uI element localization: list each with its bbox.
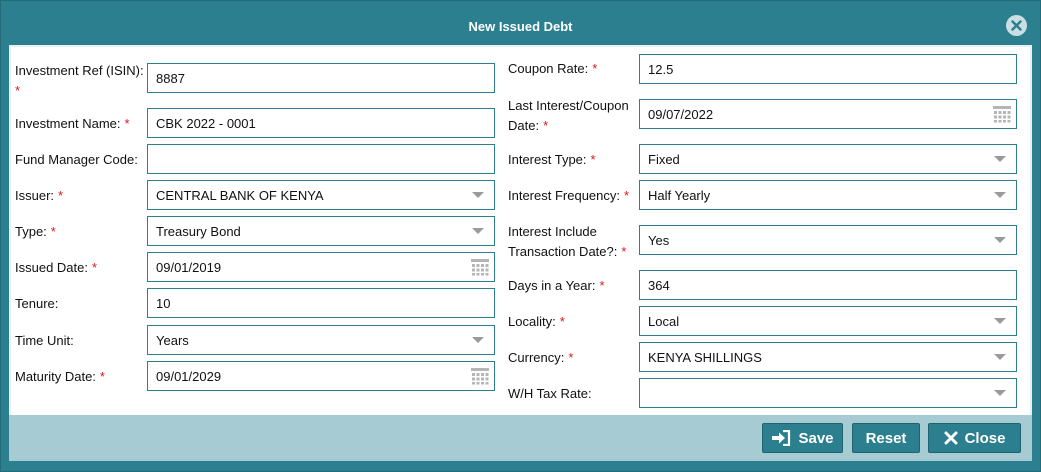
label-issuer: Issuer: * <box>15 188 64 203</box>
type-select[interactable]: Treasury Bond <box>147 216 495 246</box>
chevron-down-icon <box>994 237 1006 243</box>
interest-type-select[interactable]: Fixed <box>639 144 1017 174</box>
chevron-down-icon <box>994 318 1006 324</box>
locality-select[interactable]: Local <box>639 306 1017 336</box>
label-time-unit: Time Unit: <box>15 333 74 348</box>
new-issued-debt-dialog: New Issued Debt Investment Ref (ISIN): * … <box>0 0 1041 472</box>
issuer-select[interactable]: CENTRAL BANK OF KENYA <box>147 180 495 210</box>
chevron-down-icon <box>472 192 484 198</box>
calendar-icon[interactable] <box>992 105 1012 123</box>
fund-manager-code-input[interactable] <box>147 144 495 174</box>
chevron-down-icon <box>472 228 484 234</box>
label-coupon-rate: Coupon Rate: * <box>508 61 598 76</box>
dialog-titlebar: New Issued Debt <box>1 1 1040 51</box>
label-issued-date: Issued Date: * <box>15 260 98 275</box>
maturity-date-input[interactable]: 09/01/2029 <box>147 361 495 391</box>
label-interest-type: Interest Type: * <box>508 152 596 167</box>
close-button[interactable]: Close <box>928 423 1021 453</box>
chevron-down-icon <box>994 390 1006 396</box>
label-maturity-date: Maturity Date: * <box>15 369 105 384</box>
label-type: Type: * <box>15 224 56 239</box>
label-last-interest-coupon-date: Last Interest/Coupon Date: * <box>508 98 629 133</box>
label-currency: Currency: * <box>508 350 574 365</box>
close-circle-icon[interactable] <box>1006 15 1027 36</box>
label-days-in-a-year: Days in a Year: * <box>508 278 605 293</box>
dialog-footer: Save Reset Close <box>9 415 1032 461</box>
label-fund-manager-code: Fund Manager Code: <box>15 152 138 167</box>
label-investment-name: Investment Name: * <box>15 116 130 131</box>
chevron-down-icon <box>994 156 1006 162</box>
last-interest-coupon-date-input[interactable]: 09/07/2022 <box>639 99 1017 129</box>
sign-in-icon <box>772 430 791 446</box>
chevron-down-icon <box>994 354 1006 360</box>
form-body: Investment Ref (ISIN): * 8887 Investment … <box>9 45 1032 461</box>
label-wh-tax-rate: W/H Tax Rate: <box>508 386 592 401</box>
currency-select[interactable]: KENYA SHILLINGS <box>639 342 1017 372</box>
chevron-down-icon <box>472 337 484 343</box>
label-tenure: Tenure: <box>15 296 59 311</box>
investment-ref-input[interactable]: 8887 <box>147 63 495 93</box>
close-icon <box>944 431 958 445</box>
interest-include-transaction-date-select[interactable]: Yes <box>639 225 1017 255</box>
label-locality: Locality: * <box>508 314 565 329</box>
issued-date-input[interactable]: 09/01/2019 <box>147 252 495 282</box>
investment-name-input[interactable]: CBK 2022 - 0001 <box>147 108 495 138</box>
reset-button[interactable]: Reset <box>852 423 920 453</box>
wh-tax-rate-select[interactable] <box>639 378 1017 408</box>
save-button[interactable]: Save <box>762 423 843 453</box>
chevron-down-icon <box>994 192 1006 198</box>
label-investment-ref: Investment Ref (ISIN): * <box>15 63 144 98</box>
tenure-input[interactable]: 10 <box>147 288 495 318</box>
dialog-title: New Issued Debt <box>468 18 573 34</box>
interest-frequency-select[interactable]: Half Yearly <box>639 180 1017 210</box>
label-interest-frequency: Interest Frequency: * <box>508 188 630 203</box>
days-in-a-year-input[interactable]: 364 <box>639 270 1017 300</box>
coupon-rate-input[interactable]: 12.5 <box>639 54 1017 84</box>
calendar-icon[interactable] <box>470 258 490 276</box>
time-unit-select[interactable]: Years <box>147 325 495 355</box>
calendar-icon[interactable] <box>470 367 490 385</box>
label-interest-include-transaction-date: Interest Include Transaction Date?: * <box>508 224 627 259</box>
